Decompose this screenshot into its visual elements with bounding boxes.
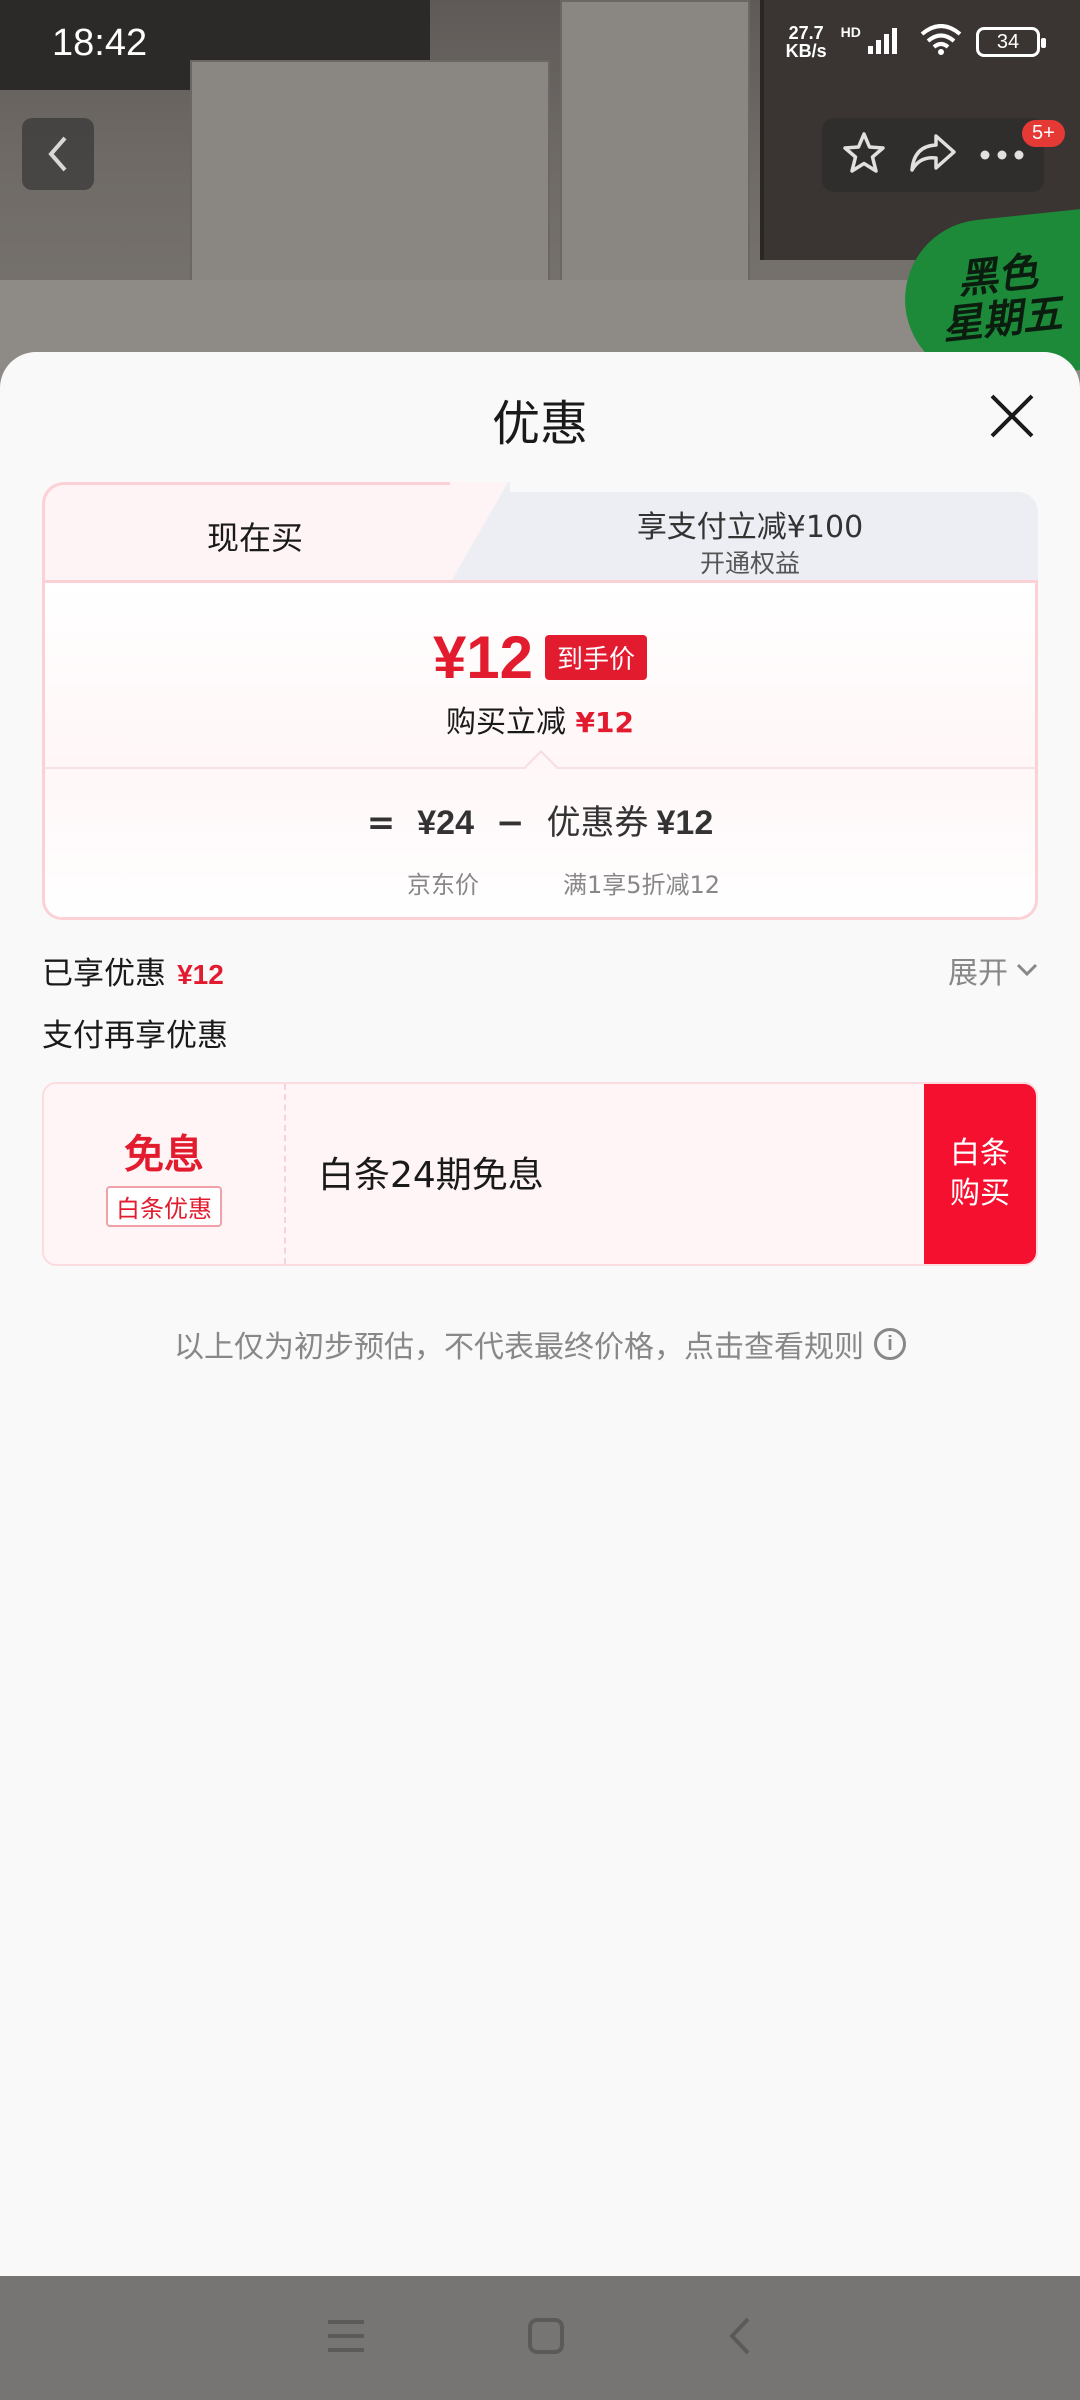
enjoyed-discount-row: 已享优惠 ¥12 展开 (42, 948, 1038, 992)
baitiao-tag: 白条优惠 (106, 1185, 222, 1227)
status-bar: 18:42 27.7 KB/s HD 34 (0, 0, 1080, 90)
back-icon[interactable] (726, 2315, 754, 2361)
baitiao-buy-button[interactable]: 白条 购买 (924, 1084, 1036, 1264)
coupon-value: ¥12 (656, 804, 714, 842)
close-button[interactable] (986, 390, 1038, 442)
system-nav-bar (0, 2276, 1080, 2400)
disclaimer-text: 以上仅为初步预估，不代表最终价格，点击查看规则 (174, 1330, 864, 1365)
home-icon[interactable] (526, 2316, 566, 2360)
expand-button[interactable]: 展开 (948, 948, 1038, 992)
share-icon[interactable] (908, 130, 958, 180)
baitiao-buy-label: 白条 购买 (950, 1136, 1010, 1211)
reduce-line: 购买立减 ¥12 (45, 697, 1035, 741)
star-icon[interactable] (841, 130, 887, 180)
promo-sticker-text: 黑色 星期五 (940, 249, 1065, 350)
coupon-rule: 满1享5折减12 (563, 871, 721, 899)
expand-label: 展开 (948, 956, 1008, 991)
price-card: 享支付立减¥100 开通权益 现在买 ¥12 到手价 购买立减 ¥12 = ¥2… (42, 482, 1038, 920)
hd-label: HD (840, 24, 861, 40)
disclaimer[interactable]: 以上仅为初步预估，不代表最终价格，点击查看规则 i (0, 1322, 1080, 1366)
price-formula: = ¥24 − 优惠券 ¥12 (45, 795, 1035, 844)
coupon-label: 优惠券 (546, 803, 649, 843)
price-detail: ¥12 到手价 购买立减 ¥12 = ¥24 − 优惠券 ¥12 京东价 满1享… (42, 580, 1038, 920)
tab-buy-now[interactable]: 现在买 (42, 482, 490, 582)
back-button[interactable] (22, 118, 94, 190)
message-badge: 5+ (1022, 120, 1065, 147)
network-speed-unit: KB/s (785, 41, 827, 61)
more-icon[interactable] (979, 146, 1025, 165)
network-speed-value: 27.7 (788, 23, 824, 43)
tab-pay-discount-subtitle: 开通权益 (699, 549, 800, 578)
wifi-icon (920, 24, 962, 60)
signal-icon: HD (841, 24, 906, 60)
jd-price-label: 京东价 (407, 871, 479, 899)
jd-price: ¥24 (417, 804, 474, 842)
reduce-label: 购买立减 (446, 705, 566, 740)
enjoyed-label: 已享优惠 (42, 956, 166, 992)
tab-pay-discount[interactable]: 享支付立减¥100 开通权益 (462, 492, 1038, 584)
equals-sign: = (366, 803, 396, 843)
status-time: 18:42 (52, 22, 148, 64)
pay-more-label: 支付再享优惠 (42, 1018, 228, 1054)
final-price: ¥12 到手价 (45, 623, 1035, 692)
tab-pay-discount-title: 享支付立减¥100 (636, 510, 864, 545)
tab-buy-now-label: 现在买 (206, 519, 303, 557)
chevron-down-icon (1016, 963, 1038, 977)
info-icon[interactable]: i (874, 1328, 906, 1360)
back-arrow-icon (48, 136, 67, 172)
baitiao-offer-card[interactable]: 免息 白条优惠 白条24期免息 白条 购买 (42, 1082, 1038, 1266)
top-actions-bar (822, 118, 1044, 192)
sheet-title: 优惠 (491, 396, 588, 452)
baitiao-main-label: 免息 (124, 1131, 204, 1178)
battery-indicator: 34 (976, 27, 1046, 57)
tab-divider (450, 482, 510, 584)
final-price-tag: 到手价 (545, 635, 648, 680)
discount-sheet: 优惠 享支付立减¥100 开通权益 现在买 ¥12 到手价 购买立减 ¥12 =… (0, 352, 1080, 2276)
final-price-section: ¥12 到手价 购买立减 ¥12 (45, 583, 1035, 769)
network-speed: 27.7 KB/s (786, 24, 827, 60)
reduce-amount: ¥12 (575, 706, 634, 739)
final-price-amount: ¥12 (432, 624, 534, 691)
baitiao-offer-text: 白条24期免息 (318, 1155, 544, 1196)
price-breakdown: = ¥24 − 优惠券 ¥12 京东价 满1享5折减12 (45, 769, 1035, 917)
enjoyed-amount: ¥12 (177, 959, 224, 990)
menu-icon[interactable] (326, 2318, 366, 2358)
baitiao-offer-badge: 免息 白条优惠 (44, 1084, 286, 1264)
status-icons: 27.7 KB/s HD 34 (786, 24, 1046, 60)
minus-sign: − (496, 803, 525, 843)
close-icon (990, 394, 1034, 438)
